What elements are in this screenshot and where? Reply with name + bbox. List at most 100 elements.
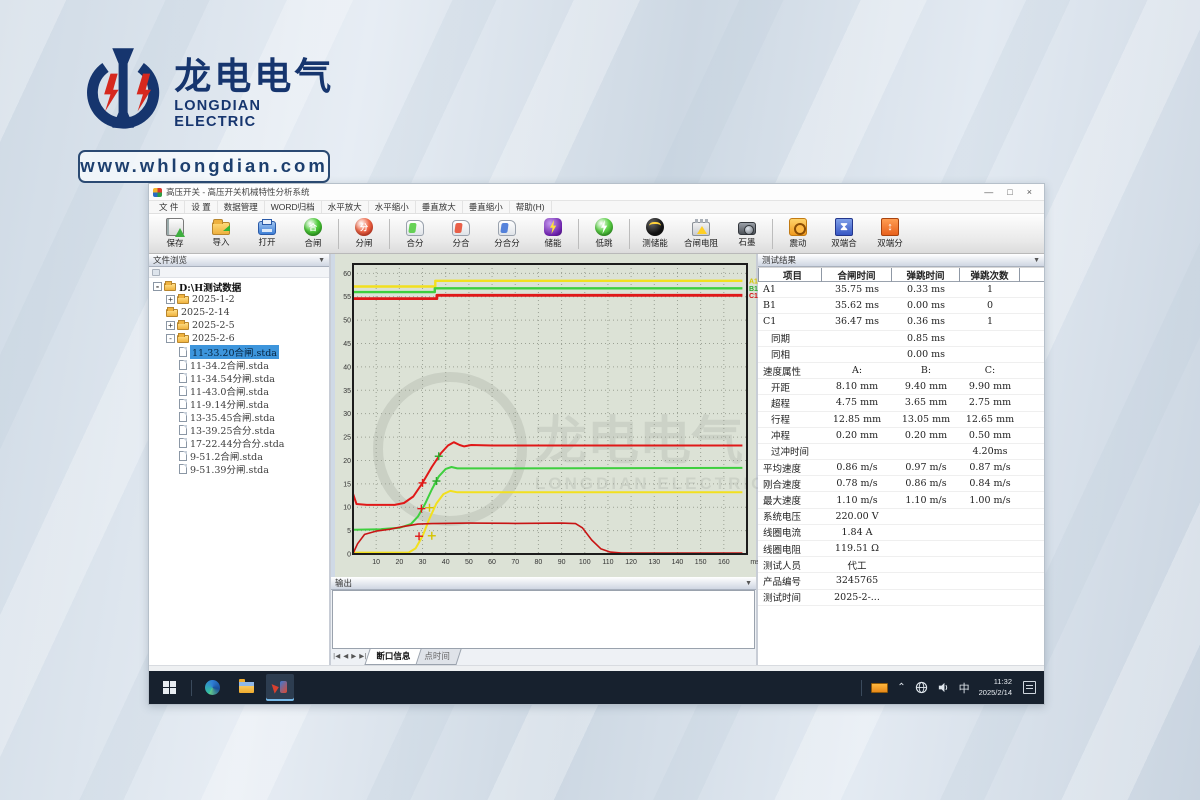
menu-item-8[interactable]: 帮助(H) [510, 201, 552, 213]
menu-item-4[interactable]: 水平放大 [322, 201, 369, 213]
results-row-刚合速度: 刚合速度0.78 m/s0.86 m/s0.84 m/s [758, 476, 1044, 492]
file-icon [179, 347, 187, 357]
svg-text:160: 160 [718, 559, 730, 566]
tray-divider [861, 680, 862, 696]
toolbar-button-save[interactable]: 保存 [152, 215, 198, 253]
toolbar-button-close-open[interactable]: 合分 [392, 215, 438, 253]
tray-chevron-icon[interactable]: ⌃ [897, 682, 905, 693]
toolbar-button-import[interactable]: 导入 [198, 215, 244, 253]
tree-item-5[interactable]: 11-33.20合闸.stda [149, 345, 329, 358]
tree-item-7[interactable]: 11-34.54分闸.stda [149, 371, 329, 384]
toolbar-button-dual-open[interactable]: ↕双端分 [867, 215, 913, 253]
tree-item-9[interactable]: 11-9.14分闸.stda [149, 397, 329, 410]
bottom-tabstrip: |◀◀▶▶| 断口信息点时间 [331, 649, 756, 664]
output-textarea[interactable] [332, 590, 755, 649]
tree-expander-icon[interactable]: + [166, 321, 175, 330]
maximize-button[interactable]: □ [1007, 187, 1012, 197]
tree-expander-icon[interactable]: + [166, 295, 175, 304]
row-value: 0.20 mm [822, 430, 892, 441]
row-value: 0.36 ms [892, 316, 960, 327]
toolbar-button-graphite[interactable]: 石墨 [724, 215, 770, 253]
row-value: 1.10 m/s [892, 495, 960, 506]
taskbar-clock[interactable]: 11:32 2025/2/14 [979, 677, 1012, 697]
tree-item-4[interactable]: -2025-2-6 [149, 332, 329, 345]
tab-nav-arrow-1[interactable]: ◀ [343, 652, 348, 660]
menu-item-0[interactable]: 文 件 [153, 201, 185, 213]
toolbar-button-open-close[interactable]: 分合 [438, 215, 484, 253]
minimize-button[interactable]: — [984, 187, 993, 197]
toolbar-separator [578, 219, 579, 249]
results-caret-icon[interactable]: ▼ [1033, 257, 1040, 264]
network-globe-icon[interactable] [915, 681, 928, 694]
close-button[interactable]: × [1027, 187, 1032, 197]
row-label: 过冲时间 [758, 444, 822, 458]
svg-text:30: 30 [419, 559, 427, 566]
output-caret-icon[interactable]: ▼ [745, 580, 752, 587]
tree-item-8[interactable]: 11-43.0合闸.stda [149, 384, 329, 397]
tree-item-13[interactable]: 9-51.2合闸.stda [149, 449, 329, 462]
tray-app-icon[interactable] [871, 683, 888, 693]
app-icon [153, 188, 162, 197]
panel-menu-caret-icon[interactable]: ▼ [318, 257, 325, 264]
row-value: 1.10 m/s [822, 495, 892, 506]
clock-date: 2025/2/14 [979, 688, 1012, 698]
svg-text:150: 150 [695, 559, 707, 566]
row-value: 13.05 mm [892, 414, 960, 425]
tab-nav-arrow-2[interactable]: ▶ [351, 652, 356, 660]
tree-item-1[interactable]: +2025-1-2 [149, 293, 329, 306]
output-header: 输出 ▼ [331, 577, 756, 590]
svg-text:龙电电气: 龙电电气 [535, 413, 743, 471]
tree-tool-icon[interactable] [152, 269, 160, 276]
row-value: 1 [960, 284, 1020, 295]
clock-time: 11:32 [979, 677, 1012, 687]
tab-nav-arrow-0[interactable]: |◀ [333, 652, 340, 660]
toolbar-button-close-op[interactable]: 合合闸 [290, 215, 336, 253]
app-taskbar-icon[interactable] [266, 674, 294, 701]
menu-item-1[interactable]: 设 置 [185, 201, 217, 213]
row-label: 平均速度 [758, 461, 822, 475]
results-row-超程: 超程4.75 mm3.65 mm2.75 mm [758, 395, 1044, 411]
tree-expander-icon[interactable]: - [166, 334, 175, 343]
toolbar-button-low-trip[interactable]: 低跳 [581, 215, 627, 253]
tree-item-2[interactable]: 2025-2-14 [149, 306, 329, 319]
tree-item-11[interactable]: 13-39.25合分.stda [149, 423, 329, 436]
tree-item-10[interactable]: 13-35.45合闸.stda [149, 410, 329, 423]
tree-item-3[interactable]: +2025-2-5 [149, 319, 329, 332]
file-explorer-icon[interactable] [232, 674, 260, 701]
window-titlebar: 高压开关 - 高压开关机械特性分析系统 — □ × [149, 184, 1044, 201]
row-label: 同相 [758, 347, 822, 361]
toolbar-button-open-op[interactable]: 分分闸 [341, 215, 387, 253]
ime-language-indicator[interactable]: 中 [959, 680, 970, 696]
start-button[interactable] [155, 674, 183, 701]
toolbar-button-vibration[interactable]: 震动 [775, 215, 821, 253]
toolbar-button-open-close-open[interactable]: 分合分 [484, 215, 530, 253]
notification-center-icon[interactable] [1023, 681, 1036, 694]
tree-item-0[interactable]: -D:\H测试数据 [149, 280, 329, 293]
row-value: 0.33 ms [892, 284, 960, 295]
tree-item-14[interactable]: 9-51.39分闸.stda [149, 462, 329, 475]
row-value: 220.00 V [822, 511, 892, 522]
toolbar-button-dual-close[interactable]: ⧗双端合 [821, 215, 867, 253]
toolbar-separator [338, 219, 339, 249]
row-value: 35.75 ms [822, 284, 892, 295]
menu-item-6[interactable]: 垂直放大 [416, 201, 463, 213]
menu-item-5[interactable]: 水平缩小 [369, 201, 416, 213]
tab-断口信息[interactable]: 断口信息 [365, 649, 422, 665]
results-col-header-3: 弹跳次数 [960, 268, 1020, 282]
tree-item-6[interactable]: 11-34.2合闸.stda [149, 358, 329, 371]
tree-item-label: 9-51.2合闸.stda [190, 449, 263, 463]
tree-expander-icon[interactable]: - [153, 282, 162, 291]
toolbar-button-energy-store[interactable]: 储能 [530, 215, 576, 253]
menu-item-7[interactable]: 垂直缩小 [463, 201, 510, 213]
results-table: 项目合闸时间弹跳时间弹跳次数A135.75 ms0.33 ms1B135.62 … [758, 267, 1044, 665]
edge-browser-icon[interactable] [198, 674, 226, 701]
closing-resistor-icon [692, 222, 710, 236]
tree-item-12[interactable]: 17-22.44分合分.stda [149, 436, 329, 449]
toolbar-button-open[interactable]: 打开 [244, 215, 290, 253]
toolbar-button-test-energy[interactable]: 测储能 [632, 215, 678, 253]
volume-icon[interactable] [937, 681, 950, 694]
toolbar-button-closing-resistor[interactable]: 合闸电阻 [678, 215, 724, 253]
menu-item-3[interactable]: WORD归档 [265, 201, 322, 213]
svg-text:40: 40 [343, 364, 351, 371]
menu-item-2[interactable]: 数据管理 [218, 201, 265, 213]
